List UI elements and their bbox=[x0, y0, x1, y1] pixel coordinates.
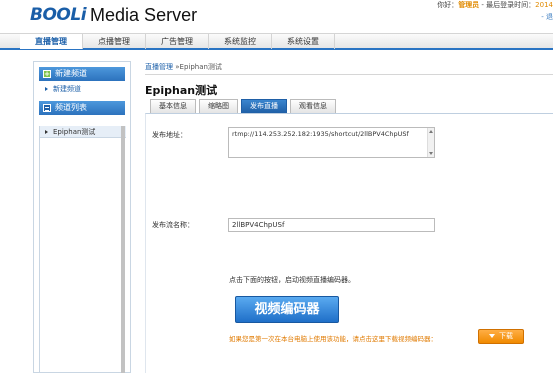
stream-name-label: 发布流名称： bbox=[152, 221, 194, 229]
scroll-down-icon[interactable] bbox=[429, 152, 433, 155]
header: BOOLi Media Server 你好：管理员 - 最后登录时间：2014 … bbox=[0, 0, 553, 32]
new-channel-header-label: 新建频道 bbox=[55, 69, 87, 78]
textarea-scrollbar[interactable] bbox=[427, 128, 434, 157]
arrow-icon bbox=[45, 87, 48, 91]
arrow-icon bbox=[45, 129, 48, 134]
username: 管理员 bbox=[458, 1, 480, 9]
encoder-hint: 点击下面的按钮，启动视频直播编码器。 bbox=[229, 276, 355, 284]
breadcrumb: 直播管理 »Epiphan测试 bbox=[145, 62, 222, 72]
channel-name: Epiphan测试 bbox=[53, 127, 96, 136]
channel-list: Epiphan测试 bbox=[39, 126, 126, 373]
new-channel-link-label: 新建频道 bbox=[53, 85, 81, 93]
last-login-label: - 最后登录时间： bbox=[479, 1, 536, 9]
tab-publish-live[interactable]: 发布直播 bbox=[241, 99, 287, 113]
video-encoder-button[interactable]: 视频编码器 bbox=[235, 296, 339, 323]
stream-name-input[interactable]: 2llBPV4ChpUSf bbox=[228, 218, 435, 232]
publish-url-label: 发布地址： bbox=[152, 131, 187, 139]
page-title: Epiphan测试 bbox=[145, 84, 218, 97]
page: BOOLi Media Server 你好：管理员 - 最后登录时间：2014 … bbox=[0, 0, 553, 373]
channel-list-header-label: 频道列表 bbox=[55, 103, 87, 112]
new-channel-header: + 新建频道 bbox=[39, 67, 125, 81]
channel-list-scrollbar[interactable] bbox=[121, 126, 125, 373]
tab-bar: 基本信息 缩略图 发布直播 观看信息 bbox=[150, 99, 339, 113]
scroll-up-icon[interactable] bbox=[429, 130, 433, 133]
download-hint: 如果您是第一次在本台电脑上使用该功能，请点击这里下载视频编码器： bbox=[229, 335, 437, 343]
greeting-text: 你好： bbox=[437, 1, 459, 9]
last-login-value: 2014 bbox=[535, 1, 553, 9]
channel-list-item[interactable]: Epiphan测试 bbox=[40, 126, 126, 138]
sidebar: + 新建频道 新建频道 频道列表 Epiphan测试 bbox=[33, 61, 131, 373]
download-button[interactable]: 下载 bbox=[478, 329, 524, 344]
list-icon bbox=[43, 104, 51, 112]
nav-live-management[interactable]: 直播管理 bbox=[20, 34, 83, 49]
download-button-label: 下载 bbox=[499, 332, 513, 340]
top-nav: 直播管理 点播管理 广告管理 系统监控 系统设置 bbox=[0, 33, 553, 50]
tab-basic-info[interactable]: 基本信息 bbox=[150, 99, 196, 113]
logo-text: Media Server bbox=[90, 4, 198, 25]
breadcrumb-current: Epiphan测试 bbox=[179, 63, 222, 71]
download-icon bbox=[489, 334, 495, 338]
nav-vod-management[interactable]: 点播管理 bbox=[83, 34, 146, 49]
publish-url-value: rtmp://114.253.252.182:1935/shortcut/2ll… bbox=[232, 130, 409, 138]
nav-system-monitor[interactable]: 系统监控 bbox=[209, 34, 272, 49]
plus-icon: + bbox=[43, 70, 51, 78]
tab-view-info[interactable]: 观看信息 bbox=[290, 99, 336, 113]
nav-ad-management[interactable]: 广告管理 bbox=[146, 34, 209, 49]
publish-url-textarea[interactable]: rtmp://114.253.252.182:1935/shortcut/2ll… bbox=[228, 127, 435, 158]
logout-link[interactable]: - 退 bbox=[541, 12, 553, 22]
new-channel-link[interactable]: 新建频道 bbox=[45, 84, 130, 94]
channel-list-header: 频道列表 bbox=[39, 101, 125, 115]
tab-thumbnail[interactable]: 缩略图 bbox=[199, 99, 238, 113]
nav-system-settings[interactable]: 系统设置 bbox=[272, 34, 335, 49]
breadcrumb-divider bbox=[145, 74, 553, 75]
breadcrumb-root[interactable]: 直播管理 bbox=[145, 63, 173, 71]
logo: BOOLi Media Server bbox=[30, 4, 197, 26]
logo-mark: BOOLi bbox=[30, 5, 87, 25]
user-info: 你好：管理员 - 最后登录时间：2014 bbox=[437, 0, 553, 10]
